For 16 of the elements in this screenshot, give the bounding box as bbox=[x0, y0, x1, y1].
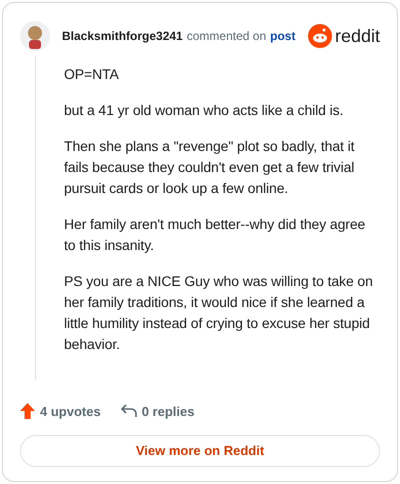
reddit-logo-icon bbox=[308, 24, 332, 48]
comment-paragraph: PS you are a NICE Guy who was willing to take on her family traditions, it would nice if she learned a little humility instead of crying to excuse her stupid behavior. bbox=[64, 272, 374, 354]
username[interactable]: Blacksmithforge3241 bbox=[62, 27, 183, 45]
comment-paragraph: OP=NTA bbox=[64, 65, 120, 84]
logo-text: reddit bbox=[334, 27, 380, 45]
comment-paragraph: Her family aren't much better--why did they agree to this insanity. bbox=[64, 215, 366, 255]
reply-count: 0 replies bbox=[142, 402, 194, 421]
view-more-button[interactable]: View more on Reddit bbox=[20, 435, 380, 467]
avatar-icon bbox=[20, 21, 50, 51]
upvote-arrow-icon bbox=[20, 403, 35, 420]
post-link[interactable]: post bbox=[270, 27, 296, 45]
comment-paragraph: but a 41 yr old woman who acts like a child is. bbox=[64, 101, 344, 120]
action-text: commented on bbox=[186, 28, 266, 45]
upvote-count: 4 upvotes bbox=[40, 402, 101, 421]
comment-paragraph: Then she plans a "revenge" plot so badly, that it fails because they couldn't even get a few trivial pursuit cards or look up a few online. bbox=[64, 137, 356, 198]
reply-icon bbox=[120, 404, 137, 418]
